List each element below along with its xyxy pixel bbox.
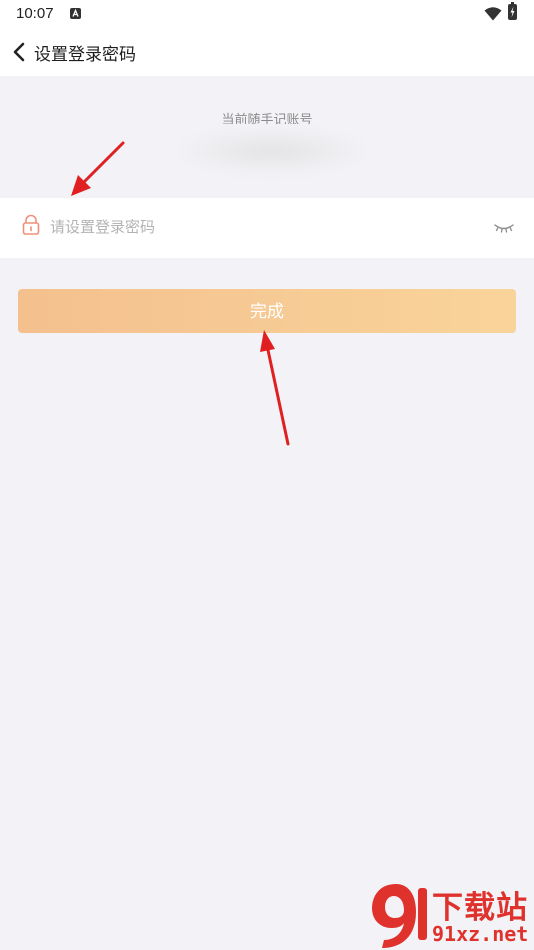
a-notification-icon xyxy=(70,8,81,19)
status-time: 10:07 xyxy=(16,5,54,22)
eye-closed-icon[interactable] xyxy=(493,220,515,234)
account-value-blurred xyxy=(182,128,362,174)
watermark-domain: 91xz.net xyxy=(432,922,529,946)
password-row xyxy=(0,198,534,258)
page-title: 设置登录密码 xyxy=(34,45,136,65)
account-section: 当前随手记账号 xyxy=(0,76,534,198)
wifi-icon xyxy=(484,6,502,25)
chevron-left-icon[interactable] xyxy=(10,40,30,64)
account-label: 当前随手记账号 xyxy=(221,113,313,124)
annotation-arrow-to-done xyxy=(260,330,290,446)
watermark-title: 下载站 xyxy=(432,890,528,926)
done-button[interactable]: 完成 xyxy=(18,289,516,333)
top-bar: 设置登录密码 xyxy=(0,28,534,76)
battery-charging-icon xyxy=(508,2,517,20)
lock-icon xyxy=(22,214,40,236)
status-bar: 10:07 xyxy=(0,0,534,28)
password-input[interactable] xyxy=(50,210,470,244)
watermark: 下载站 91xz.net xyxy=(360,876,534,950)
watermark-logo-icon xyxy=(372,884,427,948)
